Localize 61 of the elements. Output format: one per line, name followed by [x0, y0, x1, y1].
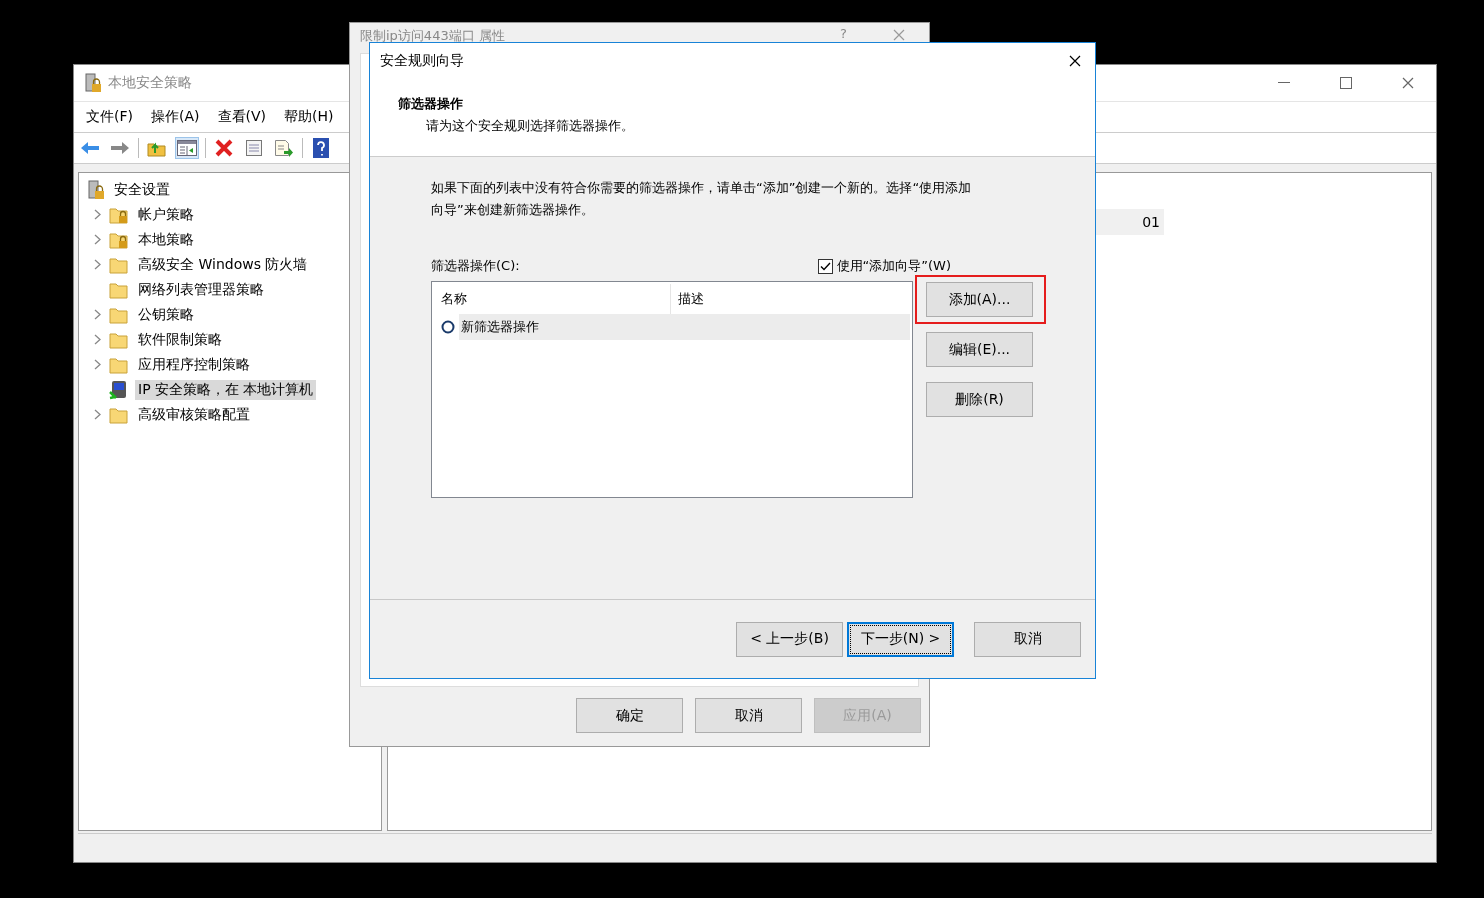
chevron-right-icon[interactable] — [93, 359, 101, 370]
folder-icon — [109, 330, 129, 349]
chevron-right-icon[interactable] — [93, 409, 101, 420]
computer-icon — [109, 379, 129, 400]
use-wizard-checkbox[interactable]: 使用“添加向导”(W) — [817, 257, 951, 275]
tree-item[interactable]: 安全设置 — [111, 179, 173, 200]
action-button[interactable]: 编辑(E)... — [926, 332, 1033, 367]
close-icon[interactable] — [1069, 55, 1081, 67]
dialog-title: 限制ip访问443端口 属性 — [360, 27, 505, 45]
folder-icon — [109, 305, 129, 324]
tree-item[interactable]: 高级安全 Windows 防火墙 — [135, 254, 311, 275]
tree-item[interactable]: 软件限制策略 — [135, 329, 225, 350]
menu-item[interactable]: 操作(A) — [151, 108, 200, 126]
menu-item[interactable]: 文件(F) — [86, 108, 133, 126]
chevron-right-icon[interactable] — [93, 309, 101, 320]
locked-folder-icon — [109, 205, 129, 224]
window-title: 本地安全策略 — [108, 74, 192, 92]
properties-icon[interactable] — [245, 139, 263, 157]
dialog-button[interactable]: 取消 — [695, 698, 802, 733]
minimize-icon[interactable] — [1278, 82, 1290, 84]
action-button[interactable]: 删除(R) — [926, 382, 1033, 417]
server-lock-icon — [84, 73, 102, 93]
list-label: 筛选器操作(C): — [431, 257, 520, 275]
tree-item[interactable]: 帐户策略 — [135, 204, 197, 225]
tree-item[interactable]: 本地策略 — [135, 229, 197, 250]
folder-icon — [109, 280, 129, 299]
tree-item[interactable]: IP 安全策略，在 本地计算机 — [135, 379, 317, 400]
menu-item[interactable]: 查看(V) — [217, 108, 266, 126]
server-lock-icon — [87, 179, 105, 200]
dialog-button[interactable]: 确定 — [576, 698, 683, 733]
dialog-title: 安全规则向导 — [380, 52, 464, 70]
back-arrow-icon[interactable] — [80, 141, 100, 155]
nav-button[interactable]: 取消 — [974, 621, 1081, 657]
locked-folder-icon — [109, 230, 129, 249]
chevron-right-icon[interactable] — [93, 209, 101, 220]
nav-button[interactable]: 下一步(N) > — [847, 621, 954, 657]
nav-button[interactable]: < 上一步(B) — [736, 621, 843, 657]
header-title: 筛选器操作 — [398, 95, 464, 113]
tree-item[interactable]: 网络列表管理器策略 — [135, 279, 267, 300]
folder-icon — [109, 405, 129, 424]
chevron-right-icon[interactable] — [93, 334, 101, 345]
tree-item[interactable]: 应用程序控制策略 — [135, 354, 253, 375]
header-subtitle: 请为这个安全规则选择筛选器操作。 — [425, 117, 635, 135]
maximize-icon[interactable] — [1340, 77, 1352, 89]
list-item[interactable]: 新筛选器操作 — [459, 314, 910, 340]
menu-item[interactable]: 帮助(H) — [284, 108, 334, 126]
tree-item[interactable]: 高级审核策略配置 — [135, 404, 253, 425]
export-list-icon[interactable] — [274, 139, 294, 157]
chevron-right-icon[interactable] — [93, 259, 101, 270]
help-icon[interactable] — [313, 138, 329, 158]
forward-arrow-icon[interactable] — [110, 141, 130, 155]
folder-icon — [109, 355, 129, 374]
delete-icon[interactable] — [215, 139, 233, 157]
tree-item[interactable]: 公钥策略 — [135, 304, 197, 325]
circle-icon — [441, 320, 455, 334]
chevron-right-icon[interactable] — [93, 234, 101, 245]
checkmark-icon — [819, 261, 831, 271]
console-tree-icon[interactable] — [177, 140, 197, 156]
column-header[interactable]: 描述 — [671, 284, 910, 314]
action-button[interactable]: 添加(A)... — [926, 282, 1033, 317]
folder-icon — [109, 255, 129, 274]
